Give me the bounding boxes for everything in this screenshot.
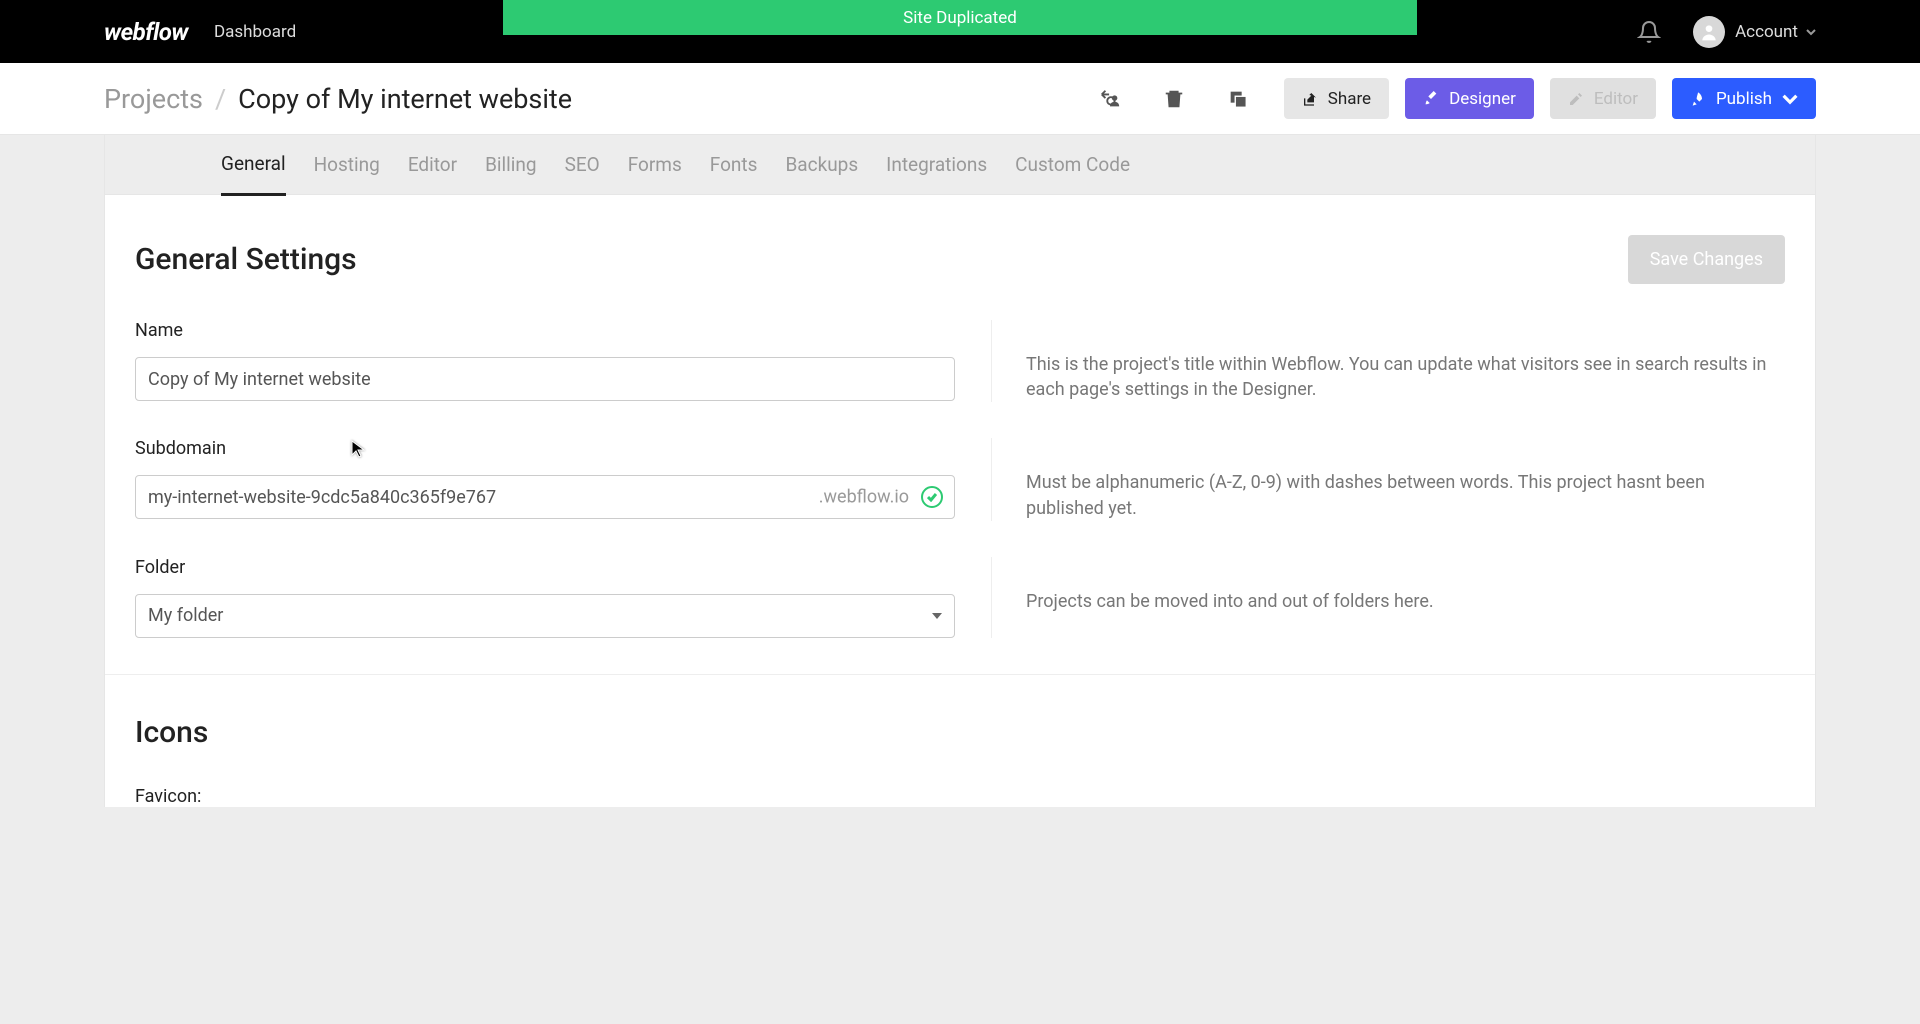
- name-help-text: This is the project's title within Webfl…: [1026, 352, 1785, 402]
- trash-icon-button[interactable]: [1156, 81, 1192, 117]
- bell-icon[interactable]: [1637, 20, 1661, 44]
- page-header: Projects / Copy of My internet website S…: [0, 63, 1920, 135]
- favicon-label: Favicon:: [135, 786, 1785, 807]
- account-label: Account: [1735, 22, 1798, 42]
- tab-billing[interactable]: Billing: [485, 135, 536, 194]
- subdomain-help-text: Must be alphanumeric (A-Z, 0-9) with das…: [1026, 470, 1785, 520]
- icons-title: Icons: [135, 715, 1785, 750]
- brush-icon: [1423, 91, 1439, 107]
- transfer-icon-button[interactable]: [1092, 81, 1128, 117]
- tab-integrations[interactable]: Integrations: [886, 135, 987, 194]
- account-menu[interactable]: Account: [1735, 22, 1816, 42]
- publish-label: Publish: [1716, 89, 1772, 109]
- breadcrumb-current: Copy of My internet website: [238, 83, 572, 115]
- designer-button[interactable]: Designer: [1405, 78, 1534, 119]
- tab-fonts[interactable]: Fonts: [710, 135, 758, 194]
- tab-custom-code[interactable]: Custom Code: [1015, 135, 1130, 194]
- avatar[interactable]: [1693, 16, 1725, 48]
- tab-forms[interactable]: Forms: [628, 135, 682, 194]
- settings-tabs: General Hosting Editor Billing SEO Forms…: [104, 135, 1816, 195]
- save-changes-button[interactable]: Save Changes: [1628, 235, 1785, 284]
- tab-seo[interactable]: SEO: [565, 135, 600, 194]
- rocket-icon: [1690, 91, 1706, 107]
- breadcrumb-separator: /: [215, 83, 226, 115]
- logo[interactable]: webflow: [104, 18, 188, 46]
- tab-backups[interactable]: Backups: [785, 135, 858, 194]
- editor-label: Editor: [1594, 89, 1638, 109]
- folder-value: My folder: [148, 605, 223, 626]
- caret-down-icon: [932, 611, 942, 621]
- subdomain-label: Subdomain: [135, 438, 955, 459]
- publish-button[interactable]: Publish: [1672, 78, 1816, 119]
- designer-label: Designer: [1449, 89, 1516, 109]
- editor-button: Editor: [1550, 78, 1656, 119]
- panel-title: General Settings: [135, 242, 357, 277]
- folder-select[interactable]: My folder: [135, 594, 955, 638]
- name-label: Name: [135, 320, 955, 341]
- chevron-down-icon: [1782, 91, 1798, 107]
- settings-panel: General Settings Save Changes Name This …: [104, 195, 1816, 807]
- chevron-down-icon: [1806, 27, 1816, 37]
- tab-editor[interactable]: Editor: [408, 135, 457, 194]
- share-label: Share: [1328, 89, 1371, 109]
- folder-help-text: Projects can be moved into and out of fo…: [1026, 589, 1785, 614]
- subdomain-suffix: .webflow.io: [819, 487, 909, 508]
- check-circle-icon: [921, 486, 943, 508]
- name-input[interactable]: [135, 357, 955, 401]
- breadcrumb-root[interactable]: Projects: [104, 83, 203, 115]
- toast-notification: Site Duplicated: [503, 0, 1417, 35]
- tab-hosting[interactable]: Hosting: [314, 135, 380, 194]
- share-button[interactable]: Share: [1284, 78, 1389, 119]
- section-divider: [105, 674, 1815, 675]
- tab-general[interactable]: General: [221, 134, 286, 196]
- nav-dashboard[interactable]: Dashboard: [214, 22, 296, 42]
- duplicate-icon-button[interactable]: [1220, 81, 1256, 117]
- folder-label: Folder: [135, 557, 955, 578]
- pencil-icon: [1568, 91, 1584, 107]
- toast-message: Site Duplicated: [903, 8, 1017, 28]
- breadcrumb: Projects / Copy of My internet website: [104, 83, 572, 115]
- share-icon: [1302, 91, 1318, 107]
